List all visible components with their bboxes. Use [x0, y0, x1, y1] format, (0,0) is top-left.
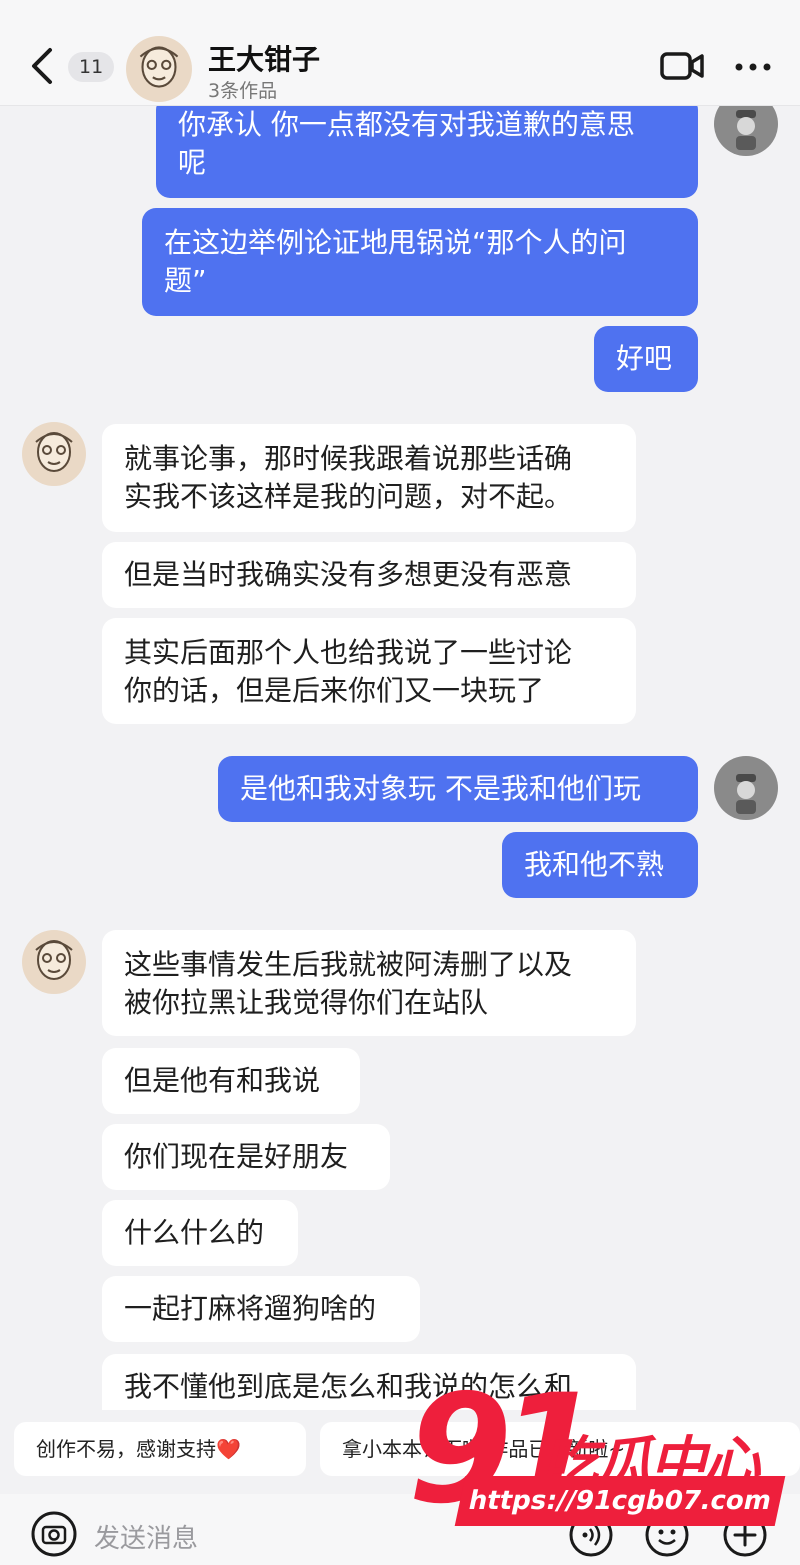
- my-avatar[interactable]: [714, 756, 778, 820]
- chat-bubble[interactable]: 什么什么的: [102, 1200, 298, 1266]
- chat-bubble[interactable]: 是他和我对象玩 不是我和他们玩: [218, 756, 698, 822]
- contact-avatar[interactable]: [22, 422, 86, 486]
- chat-bubble[interactable]: 你们现在是好朋友: [102, 1124, 390, 1190]
- contact-avatar[interactable]: [22, 930, 86, 994]
- chat-bubble[interactable]: 好吧: [594, 326, 698, 392]
- more-dots-icon[interactable]: [734, 62, 772, 72]
- message-list[interactable]: 你承认 你一点都没有对我道歉的意思 呢 在这边举例论证地甩锅说“那个人的问 题”…: [0, 0, 800, 1565]
- message-input[interactable]: 发送消息: [94, 1518, 198, 1555]
- chat-bubble[interactable]: 这些事情发生后我就被阿涛删了以及 被你拉黑让我觉得你们在站队: [102, 930, 636, 1036]
- chat-bubble[interactable]: 在这边举例论证地甩锅说“那个人的问 题”: [142, 208, 698, 316]
- chat-bubble[interactable]: 你承认 你一点都没有对我道歉的意思 呢: [156, 96, 698, 198]
- chat-bubble[interactable]: 就事论事，那时候我跟着说那些话确 实我不该这样是我的问题，对不起。: [102, 424, 636, 532]
- unread-count-badge[interactable]: 11: [68, 52, 115, 82]
- chevron-left-icon[interactable]: [28, 46, 56, 86]
- chat-bubble[interactable]: 但是当时我确实没有多想更没有恶意: [102, 542, 636, 608]
- chat-bubble[interactable]: 一起打麻将遛狗啥的: [102, 1276, 420, 1342]
- chat-bubble[interactable]: 但是他有和我说: [102, 1048, 360, 1114]
- contact-avatar[interactable]: [126, 36, 192, 102]
- chat-bubble[interactable]: 我和他不熟: [502, 832, 698, 898]
- chat-bubble[interactable]: 其实后面那个人也给我说了一些讨论 你的话，但是后来你们又一块玩了: [102, 618, 636, 724]
- video-camera-icon[interactable]: [660, 50, 704, 82]
- chat-header: 11 王大钳子 3条作品: [0, 0, 800, 106]
- watermark-url: https://91cgb07.com: [454, 1476, 786, 1526]
- contact-name[interactable]: 王大钳子: [208, 38, 320, 78]
- quick-reply-chip[interactable]: 创作不易，感谢支持❤️: [14, 1422, 306, 1476]
- camera-icon[interactable]: [30, 1510, 78, 1558]
- contact-works-count[interactable]: 3条作品: [208, 76, 277, 103]
